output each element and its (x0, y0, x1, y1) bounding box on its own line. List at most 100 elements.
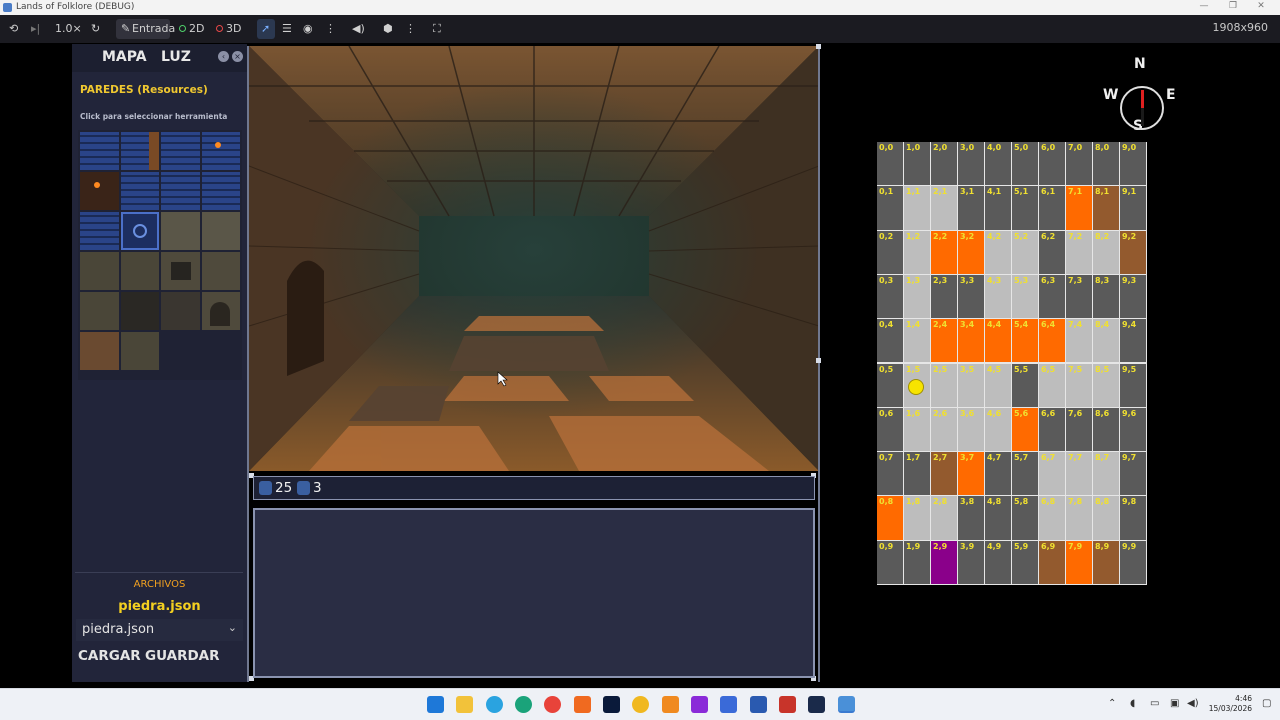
zoom-level[interactable]: 1.0× (55, 20, 82, 38)
wall-tile[interactable] (80, 172, 119, 210)
map-cell[interactable]: 7,8 (1066, 496, 1092, 540)
map-cell[interactable]: 8,6 (1093, 407, 1119, 452)
map-cell[interactable]: 4,2 (985, 230, 1011, 274)
map-cell[interactable]: 4,1 (985, 186, 1011, 230)
map-cell[interactable]: 0,0 (877, 142, 903, 186)
map-cell[interactable]: 4,0 (985, 142, 1011, 186)
map-cell[interactable]: 6,7 (1039, 452, 1065, 496)
start-icon[interactable] (427, 696, 444, 713)
dungeon-viewport[interactable] (249, 46, 819, 471)
map-cell[interactable]: 5,9 (1012, 540, 1038, 584)
map-cell[interactable]: 7,1 (1066, 186, 1092, 230)
doorway-tile[interactable] (121, 292, 159, 330)
stone-tile[interactable] (121, 252, 159, 290)
edge-icon[interactable] (515, 696, 532, 713)
reset-icon[interactable]: ↻ (91, 20, 100, 38)
map-cell[interactable]: 9,7 (1120, 452, 1146, 496)
map-cell[interactable]: 6,3 (1039, 274, 1065, 319)
map-cell[interactable]: 7,3 (1066, 274, 1092, 319)
map-cell[interactable]: 5,3 (1012, 274, 1038, 319)
map-cell[interactable]: 6,4 (1039, 319, 1065, 363)
map-cell[interactable]: 2,9 (931, 540, 957, 584)
close-icon[interactable]: ✕ (1254, 1, 1268, 13)
map-cell[interactable]: 4,3 (985, 274, 1011, 319)
maximize-icon[interactable]: ❐ (1226, 1, 1240, 13)
map-cell[interactable]: 8,2 (1093, 230, 1119, 274)
map-cell[interactable]: 8,9 (1093, 540, 1119, 584)
map-cell[interactable]: 2,2 (931, 230, 957, 274)
map-cell[interactable]: 9,9 (1120, 540, 1146, 584)
map-cell[interactable]: 4,9 (985, 540, 1011, 584)
map-cell[interactable]: 0,8 (877, 496, 903, 540)
map-cell[interactable]: 1,0 (904, 142, 930, 186)
map-cell[interactable]: 8,4 (1093, 319, 1119, 363)
pillar-tile[interactable] (121, 332, 159, 370)
fullscreen-icon[interactable]: ⛶ (433, 20, 441, 38)
map-cell[interactable]: 3,1 (958, 186, 984, 230)
map-cell[interactable]: 3,8 (958, 496, 984, 540)
stone-tile[interactable] (202, 212, 240, 250)
map-cell[interactable]: 0,7 (877, 452, 903, 496)
map-cell[interactable]: 5,1 (1012, 186, 1038, 230)
map-cell[interactable]: 3,2 (958, 230, 984, 274)
map-cell[interactable]: 1,3 (904, 274, 930, 319)
file-select[interactable]: piedra.json ⌄ (76, 619, 243, 641)
map-cell[interactable]: 6,8 (1039, 496, 1065, 540)
chevron-up-icon[interactable]: ⌃ (1108, 698, 1116, 709)
save-disk-icon[interactable] (750, 696, 767, 713)
map-cell[interactable]: 6,1 (1039, 186, 1065, 230)
map-cell[interactable]: 5,0 (1012, 142, 1038, 186)
map-cell[interactable]: 1,7 (904, 452, 930, 496)
list-icon[interactable]: ☰ (282, 20, 292, 38)
map-cell[interactable]: 1,4 (904, 319, 930, 363)
map-cell[interactable]: 5,7 (1012, 452, 1038, 496)
stone-tile[interactable] (161, 212, 200, 250)
map-cell[interactable]: 2,3 (931, 274, 957, 319)
wall-tile[interactable] (202, 132, 240, 170)
map-cell[interactable]: 1,9 (904, 540, 930, 584)
map-cell[interactable]: 0,4 (877, 319, 903, 363)
map-cell[interactable]: 1,1 (904, 186, 930, 230)
map-cell[interactable]: 3,6 (958, 407, 984, 452)
tab-luz[interactable]: LUZ (161, 49, 191, 65)
app-icon[interactable] (720, 696, 737, 713)
map-cell[interactable]: 3,3 (958, 274, 984, 319)
steam-icon[interactable] (808, 696, 825, 713)
map-cell[interactable]: 4,4 (985, 319, 1011, 363)
wall-tile[interactable] (161, 172, 200, 210)
map-cell[interactable]: 6,9 (1039, 540, 1065, 584)
map-cell[interactable]: 9,3 (1120, 274, 1146, 319)
door-tile[interactable] (149, 132, 159, 170)
map-cell[interactable]: 4,6 (985, 407, 1011, 452)
chrome-icon[interactable] (544, 696, 561, 713)
map-cell[interactable]: 5,2 (1012, 230, 1038, 274)
input-mode-button[interactable]: ✎ Entrada (116, 19, 175, 39)
map-cell[interactable]: 4,8 (985, 496, 1011, 540)
map-cell[interactable]: 3,4 (958, 319, 984, 363)
volume-icon[interactable]: ◀) (1187, 698, 1199, 709)
map-cell[interactable]: 2,1 (931, 186, 957, 230)
map-cell[interactable]: 6,6 (1039, 407, 1065, 452)
app-icon[interactable] (632, 696, 649, 713)
mic-icon[interactable]: ◖ (1130, 698, 1135, 709)
telegram-icon[interactable] (486, 696, 503, 713)
map-cell[interactable]: 6,0 (1039, 142, 1065, 186)
map-cell[interactable]: 9,1 (1120, 186, 1146, 230)
gate-tile[interactable] (161, 292, 200, 330)
load-button[interactable]: CARGAR (78, 648, 141, 664)
minimize-icon[interactable]: — (1197, 1, 1211, 13)
map-cell[interactable]: 0,5 (877, 363, 903, 407)
wall-tile[interactable] (161, 132, 200, 170)
map-cell[interactable]: 5,4 (1012, 319, 1038, 363)
wall-tile[interactable] (202, 172, 240, 210)
folder-icon[interactable] (456, 696, 473, 713)
select-tool-button[interactable]: ➚ (257, 19, 275, 39)
map-cell[interactable]: 7,9 (1066, 540, 1092, 584)
mode-3d-button[interactable]: 3D (216, 20, 241, 38)
map-cell[interactable]: 2,8 (931, 496, 957, 540)
map-cell[interactable]: 3,0 (958, 142, 984, 186)
speaker-icon[interactable]: ◀) (352, 20, 365, 38)
search-icon[interactable] (662, 696, 679, 713)
map-cell[interactable]: 9,8 (1120, 496, 1146, 540)
more-icon[interactable]: ⋮ (325, 20, 336, 38)
